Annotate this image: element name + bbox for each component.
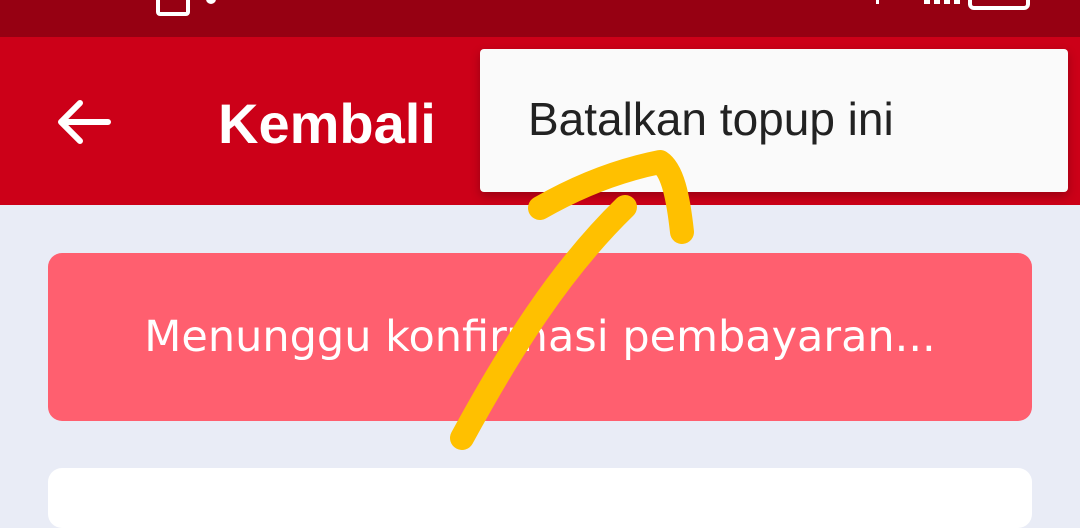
content-card (48, 468, 1032, 528)
back-button[interactable] (44, 87, 124, 157)
app-title[interactable]: Kembali (218, 89, 436, 159)
notification-icon (156, 0, 190, 16)
signal-strength-icon (924, 0, 960, 4)
data-transfer-icon (876, 0, 893, 4)
battery-icon (968, 0, 1030, 10)
payment-status-text: Menunggu konfirmasi pembayaran... (144, 312, 936, 362)
overflow-popup-menu: Batalkan topup ini (480, 49, 1068, 192)
payment-status-banner: Menunggu konfirmasi pembayaran... (48, 253, 1032, 421)
arrow-left-icon (58, 100, 111, 144)
menu-item-label: Batalkan topup ini (528, 93, 894, 145)
status-bar (0, 0, 1080, 37)
menu-item-cancel-topup[interactable]: Batalkan topup ini (480, 49, 1068, 192)
notification-dot-icon (206, 0, 216, 4)
